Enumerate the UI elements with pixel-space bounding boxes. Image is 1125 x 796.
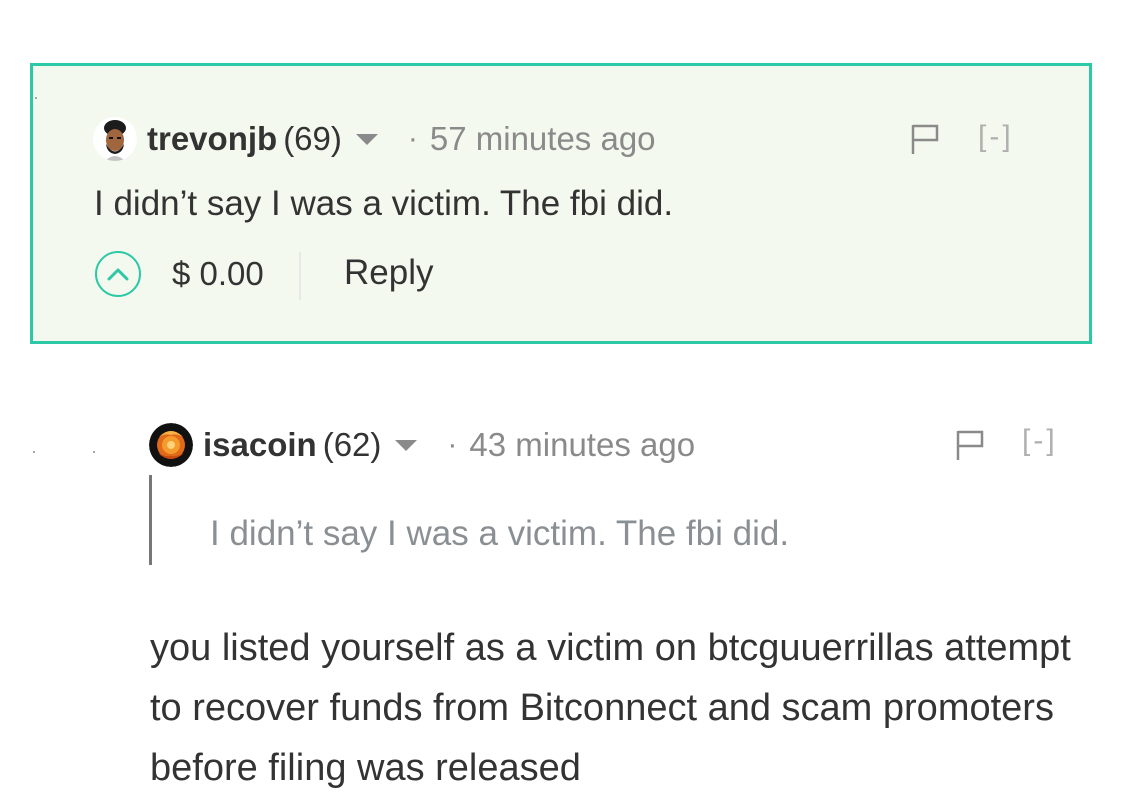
reputation: (69) [283, 120, 342, 157]
username[interactable]: isacoin [203, 426, 317, 464]
separator: · [447, 428, 458, 461]
quoted-text: I didn’t say I was a victim. The fbi did… [210, 514, 790, 553]
collapse-button[interactable]: [-] [1022, 424, 1058, 458]
reply-button[interactable]: Reply [344, 253, 433, 293]
highlighted-comment: · trevonjb (69) · 57 minutes ago [-] I d… [30, 63, 1092, 344]
caret-down-icon[interactable] [355, 133, 378, 145]
username[interactable]: trevonjb [147, 120, 277, 158]
comment-header: isacoin (62) · 43 minutes ago [149, 420, 695, 470]
payout-value[interactable]: $ 0.00 [172, 255, 264, 293]
separator: · [407, 122, 418, 155]
timestamp[interactable]: 43 minutes ago [469, 426, 695, 464]
divider [299, 252, 301, 300]
upvote-button[interactable] [95, 251, 141, 297]
reputation: (62) [322, 426, 382, 463]
thread-depth-dot: · [31, 441, 37, 461]
avatar[interactable] [149, 423, 193, 467]
upvote-chevron-icon [107, 268, 129, 281]
comment-thread: · trevonjb (69) · 57 minutes ago [-] I d… [0, 0, 1125, 796]
comment-header: trevonjb (69) · 57 minutes ago [93, 114, 656, 164]
collapse-button[interactable]: [-] [978, 120, 1014, 154]
thread-depth-dot: · [33, 87, 39, 107]
thread-depth-dot: · [91, 441, 97, 461]
flag-icon[interactable] [953, 428, 987, 462]
caret-down-icon[interactable] [395, 439, 418, 451]
comment-body: you listed yourself as a victim on btcgu… [150, 627, 1071, 789]
timestamp[interactable]: 57 minutes ago [430, 120, 656, 158]
blockquote-bar [149, 475, 152, 565]
comment-body: I didn’t say I was a victim. The fbi did… [94, 184, 674, 223]
avatar[interactable] [93, 117, 137, 161]
flag-icon[interactable] [908, 122, 942, 156]
